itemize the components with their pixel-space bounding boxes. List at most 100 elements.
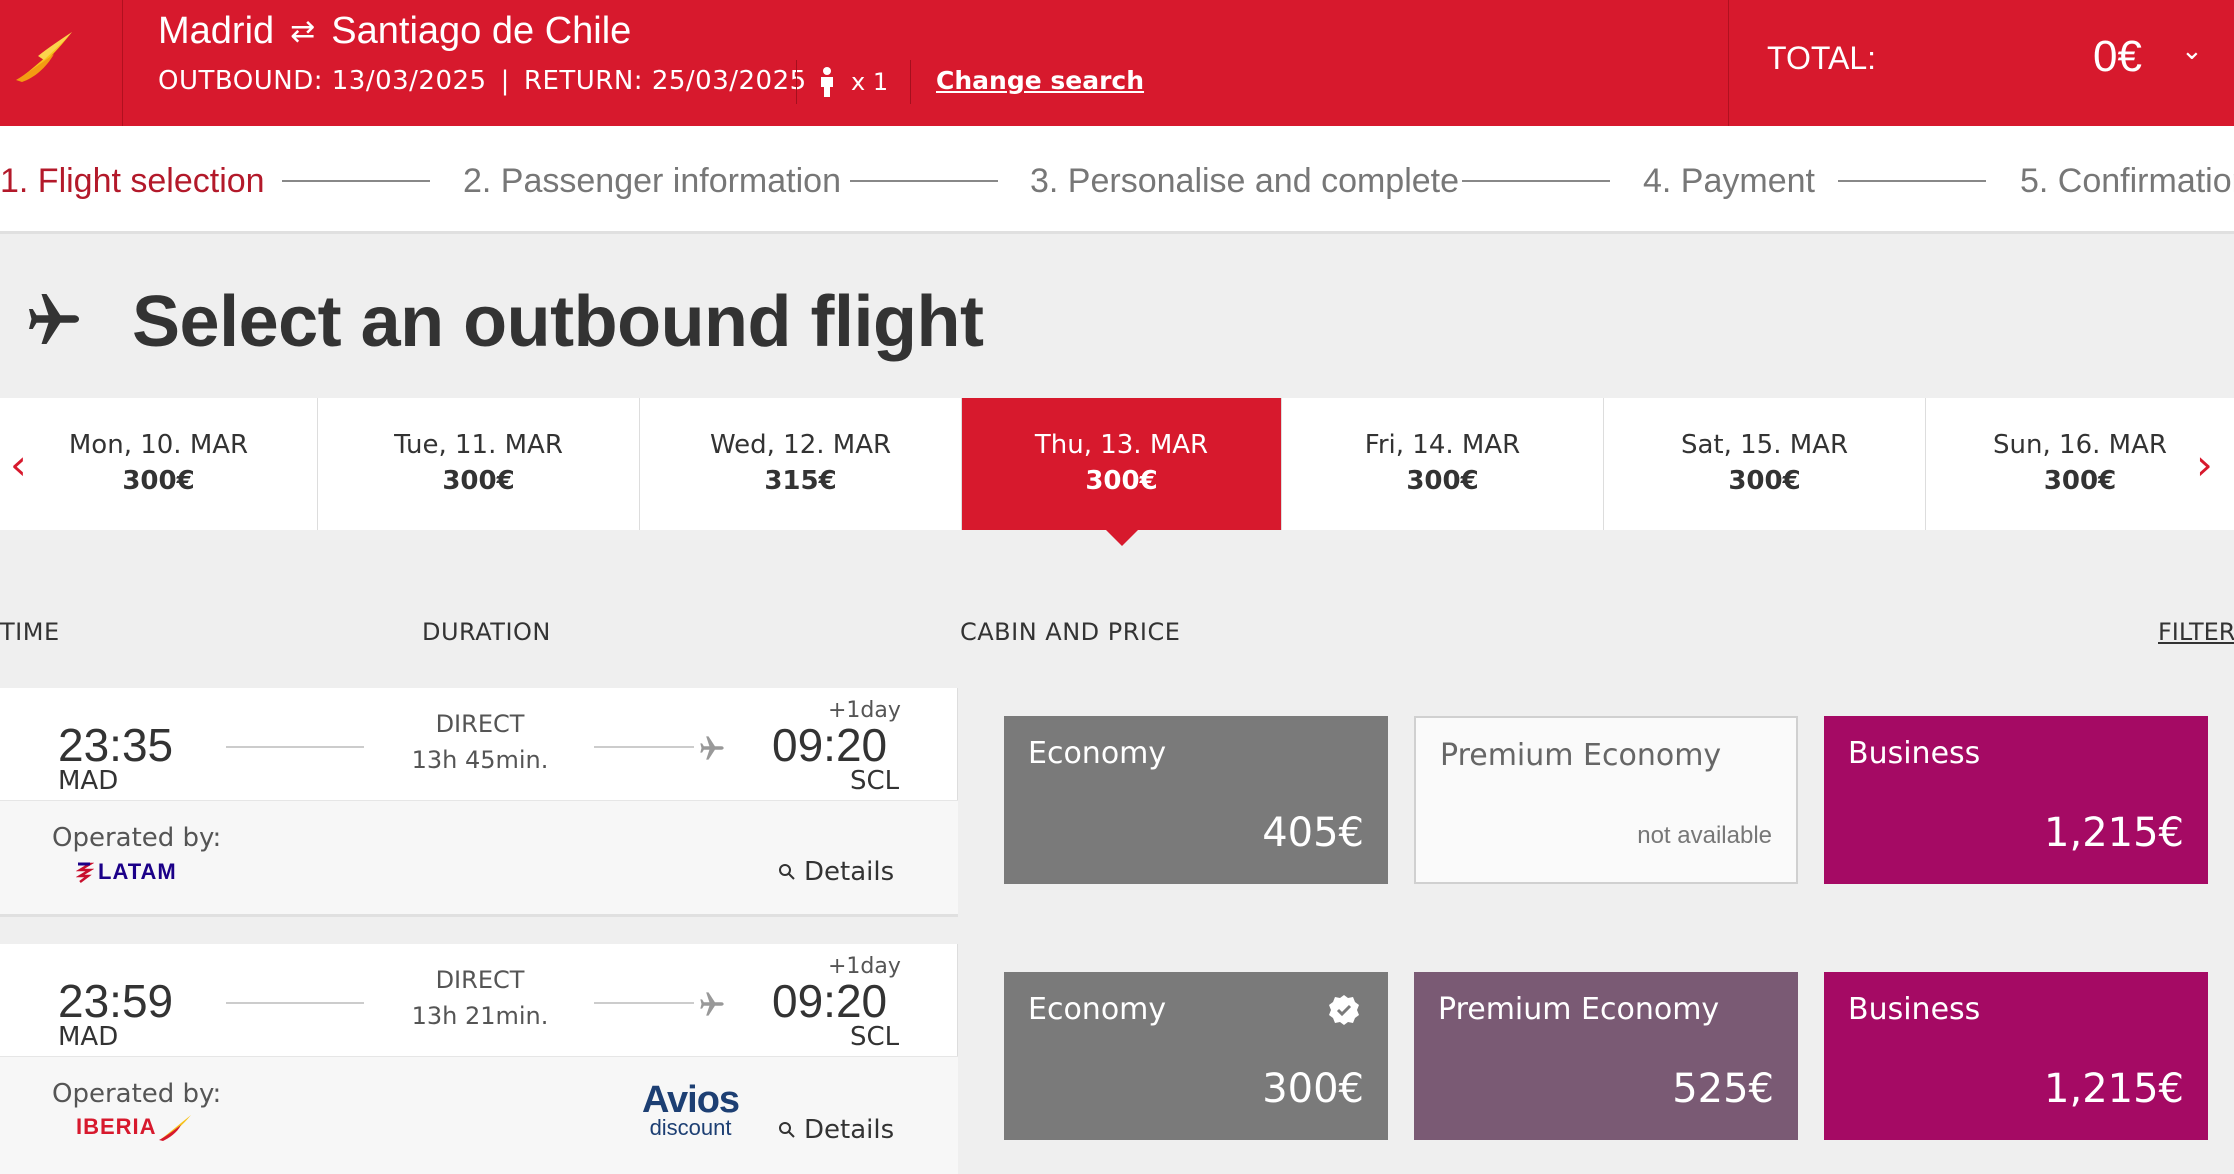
- iberia-logo-icon: [16, 32, 72, 82]
- fare-price: 525€: [1672, 1066, 1774, 1112]
- column-header-duration: DURATION: [422, 618, 551, 646]
- date-option[interactable]: Sun, 16. MAR 300€: [1926, 398, 2234, 530]
- cabin-name: Business: [1848, 992, 1981, 1027]
- fare-unavailable-label: not available: [1637, 822, 1772, 849]
- destination-city: Santiago de Chile: [331, 10, 632, 52]
- next-dates-arrow-icon[interactable]: ›: [2196, 440, 2213, 489]
- flight-duration: 13h 45min.: [411, 746, 549, 774]
- date-option-selected[interactable]: Thu, 13. MAR 300€: [962, 398, 1282, 546]
- step-passenger-information: 2. Passenger information: [463, 162, 841, 200]
- total-summary[interactable]: TOTAL: 0€ ⌄: [1728, 0, 2234, 126]
- arrival-airport: SCL: [850, 1022, 900, 1052]
- passenger-count-label: x 1: [851, 68, 889, 96]
- date-option[interactable]: Mon, 10. MAR 300€: [0, 398, 318, 530]
- date-price: 315€: [764, 466, 837, 496]
- fare-economy[interactable]: Economy 300€: [1004, 972, 1388, 1140]
- route-line: [226, 746, 364, 748]
- date-option[interactable]: Fri, 14. MAR 300€: [1282, 398, 1604, 530]
- details-label: Details: [804, 857, 895, 887]
- arrival-airport: SCL: [850, 766, 900, 796]
- arrival-time: 09:20: [772, 975, 888, 1027]
- operator-section: Operated by: LATAM Details: [0, 800, 958, 914]
- departure-time: 23:35: [58, 719, 174, 771]
- cabin-name: Business: [1848, 736, 1981, 771]
- page-title: Select an outbound flight: [132, 282, 984, 362]
- airline-name: LATAM: [98, 859, 177, 884]
- step-divider: [1838, 180, 1986, 182]
- flight-duration: 13h 21min.: [411, 1002, 549, 1030]
- date-price: 300€: [1728, 466, 1801, 496]
- top-bar: Madrid ⇄ Santiago de Chile OUTBOUND: 13/…: [0, 0, 2234, 126]
- flight-type: DIRECT: [435, 710, 525, 738]
- avios-label: Avios: [642, 1079, 740, 1121]
- verified-badge-icon: [1329, 995, 1359, 1025]
- fare-price: 300€: [1262, 1066, 1364, 1112]
- date-label: Sat, 15. MAR: [1680, 430, 1849, 460]
- step-payment: 4. Payment: [1643, 162, 1815, 200]
- search-icon: [779, 1122, 795, 1138]
- chevron-down-icon[interactable]: ⌄: [2181, 36, 2203, 66]
- route-line: [226, 1002, 364, 1004]
- date-price: 300€: [122, 466, 195, 496]
- flight-row: 23:35 MAD DIRECT 13h 45min. +1day 09:20 …: [0, 688, 2234, 914]
- date-carousel: ‹ Mon, 10. MAR 300€ Tue, 11. MAR 300€ We…: [0, 398, 2234, 546]
- person-icon: [821, 67, 833, 97]
- column-header-cabin-price: CABIN AND PRICE: [960, 618, 1181, 646]
- iberia-logo[interactable]: [0, 0, 123, 126]
- date-option[interactable]: Tue, 11. MAR 300€: [318, 398, 640, 530]
- date-price: 300€: [1085, 466, 1158, 496]
- booking-steps: 1. Flight selection 2. Passenger informa…: [0, 126, 2234, 234]
- latam-logo-icon: [76, 862, 94, 883]
- outbound-date: OUTBOUND: 13/03/2025: [158, 66, 487, 96]
- date-option[interactable]: Sat, 15. MAR 300€: [1604, 398, 1926, 530]
- fare-premium-economy: Premium Economy not available: [1414, 716, 1798, 884]
- details-link[interactable]: Details: [778, 1115, 894, 1145]
- cabin-name: Economy: [1028, 992, 1167, 1027]
- fare-premium-economy[interactable]: Premium Economy 525€: [1414, 972, 1798, 1140]
- iberia-airline-logo: IBERIA: [76, 1113, 193, 1141]
- date-label: Wed, 12. MAR: [709, 430, 892, 460]
- fare-price: 1,215€: [2044, 810, 2184, 856]
- fare-business[interactable]: Business 1,215€: [1824, 972, 2208, 1140]
- route: Madrid ⇄ Santiago de Chile: [158, 10, 631, 53]
- operated-by-label: Operated by:: [52, 823, 222, 853]
- latam-logo: LATAM: [76, 859, 177, 885]
- cabin-name: Economy: [1028, 736, 1167, 771]
- fare-business[interactable]: Business 1,215€: [1824, 716, 2208, 884]
- departure-time: 23:59: [58, 975, 174, 1027]
- change-search-link[interactable]: Change search: [936, 66, 1144, 95]
- cabin-name: Premium Economy: [1440, 738, 1722, 773]
- flight-separator: [0, 914, 958, 944]
- flight-row: 23:59 MAD DIRECT 13h 21min. +1day 09:20 …: [0, 944, 2234, 1174]
- flight-info[interactable]: 23:35 MAD DIRECT 13h 45min. +1day 09:20 …: [0, 688, 958, 914]
- search-icon: [779, 864, 795, 880]
- date-label: Tue, 11. MAR: [394, 430, 563, 460]
- step-divider: [282, 180, 430, 182]
- date-option[interactable]: Wed, 12. MAR 315€: [640, 398, 962, 530]
- date-price: 300€: [1406, 466, 1479, 496]
- date-price: 300€: [442, 466, 515, 496]
- date-label: Fri, 14. MAR: [1364, 430, 1521, 460]
- arrival-time: 09:20: [772, 719, 888, 771]
- airplane-icon: [29, 294, 79, 344]
- flight-info[interactable]: 23:59 MAD DIRECT 13h 21min. +1day 09:20 …: [0, 944, 958, 1174]
- avios-discount-badge: Avios discount: [642, 1079, 740, 1139]
- date-price: 300€: [2043, 466, 2117, 496]
- filter-link[interactable]: FILTER: [2158, 618, 2234, 646]
- origin-city: Madrid: [158, 10, 275, 52]
- fare-price: 405€: [1262, 810, 1364, 856]
- step-divider: [1462, 180, 1610, 182]
- trip-dates: OUTBOUND: 13/03/2025 | RETURN: 25/03/202…: [158, 66, 807, 96]
- details-link[interactable]: Details: [778, 857, 894, 887]
- return-date: RETURN: 25/03/2025: [523, 66, 807, 96]
- route-line: [594, 1002, 694, 1004]
- step-confirmation: 5. Confirmation: [2020, 162, 2234, 200]
- operated-by-label: Operated by:: [52, 1079, 222, 1109]
- fare-economy[interactable]: Economy 405€: [1004, 716, 1388, 884]
- departure-airport: MAD: [58, 1022, 119, 1052]
- airplane-small-icon: [700, 736, 724, 760]
- date-label: Mon, 10. MAR: [68, 430, 249, 460]
- date-label: Thu, 13. MAR: [1034, 430, 1209, 460]
- airline-name: IBERIA: [76, 1114, 157, 1139]
- step-flight-selection: 1. Flight selection: [0, 162, 265, 200]
